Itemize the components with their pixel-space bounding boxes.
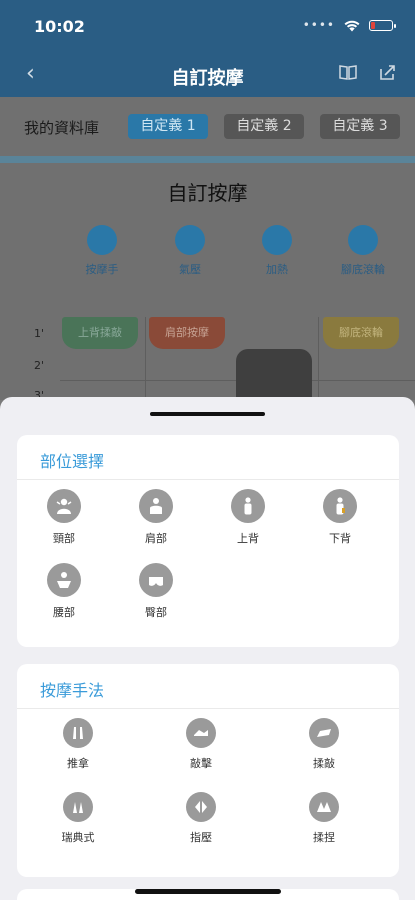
timeline: 1' 2' 3' 上背揉敲 肩部按摩 腳底滾輪: [0, 317, 415, 402]
option-swedish[interactable]: 瑞典式: [43, 792, 113, 845]
tab-custom-2[interactable]: 自定義 2: [224, 114, 304, 139]
option-label: 下背: [329, 532, 351, 545]
timeline-minute: 1': [34, 327, 45, 340]
timeline-column-divider: [145, 317, 146, 400]
option-label: 頸部: [53, 532, 75, 545]
library-row: 我的資料庫 自定義 1 自定義 2 自定義 3: [0, 97, 415, 157]
hip-icon: [139, 563, 173, 597]
option-knead[interactable]: 揉捏: [289, 792, 359, 845]
status-time: 10:02: [34, 17, 85, 36]
waist-icon: [47, 563, 81, 597]
editor-title: 自訂按摩: [167, 181, 248, 205]
card-divider: [17, 479, 399, 480]
massage-hand-icon: [87, 225, 117, 255]
card-divider: [17, 708, 399, 709]
neck-icon: [47, 489, 81, 523]
function-label: 按摩手: [85, 263, 119, 276]
option-neck[interactable]: 頸部: [29, 489, 99, 546]
function-label: 氣壓: [179, 263, 201, 276]
shoulder-icon: [139, 489, 173, 523]
upper-back-icon: [231, 489, 265, 523]
function-massage-hand[interactable]: 按摩手: [72, 225, 132, 277]
technique-card: 按摩手法 推拿 敲擊 揉敲 瑞典式 指壓 揉捏: [17, 664, 399, 877]
option-upper-back[interactable]: 上背: [213, 489, 283, 546]
home-indicator[interactable]: [135, 889, 281, 894]
option-label: 揉捏: [313, 831, 335, 844]
option-tap[interactable]: 敲擊: [166, 718, 236, 771]
function-label: 加熱: [266, 263, 288, 276]
foot-roller-icon: [348, 225, 378, 255]
push-icon: [63, 718, 93, 748]
body-part-title: 部位選擇: [40, 452, 105, 471]
option-label: 敲擊: [190, 757, 212, 770]
function-foot-roller[interactable]: 腳底滾輪: [333, 225, 393, 277]
option-shiatsu[interactable]: 指壓: [166, 792, 236, 845]
timeline-block-foot-roller[interactable]: 腳底滾輪: [323, 317, 399, 349]
option-label: 推拿: [67, 757, 89, 770]
option-hip[interactable]: 臀部: [121, 563, 191, 620]
knead-tap-icon: [309, 718, 339, 748]
share-icon[interactable]: [379, 64, 397, 80]
signal-icon: ••••: [302, 18, 335, 32]
option-label: 腰部: [53, 606, 75, 619]
heating-icon: [262, 225, 292, 255]
option-knead-tap[interactable]: 揉敲: [289, 718, 359, 771]
status-icons: ••••: [302, 18, 396, 32]
option-push[interactable]: 推拿: [43, 718, 113, 771]
knead-icon: [309, 792, 339, 822]
option-label: 上背: [237, 532, 259, 545]
custom-massage-screen: 10:02 •••• ‹ 自訂按摩 我的資料庫 自定義 1 自定義 2 自定義 …: [0, 0, 415, 900]
bottom-sheet: 部位選擇 頸部 肩部 上背 下背 腰部 臀部 按摩手法 推拿 敲擊 揉敲 瑞典式…: [0, 397, 415, 900]
option-label: 瑞典式: [61, 831, 95, 844]
timeline-block-heating[interactable]: [236, 349, 312, 400]
book-icon[interactable]: [339, 64, 357, 80]
tap-icon: [186, 718, 216, 748]
editor-background: 我的資料庫 自定義 1 自定義 2 自定義 3 自訂按摩 按摩手 氣壓 加熱 腳…: [0, 97, 415, 402]
timeline-column-divider: [318, 317, 319, 400]
option-label: 指壓: [190, 831, 212, 844]
air-pressure-icon: [175, 225, 205, 255]
swedish-icon: [63, 792, 93, 822]
function-air-pressure[interactable]: 氣壓: [160, 225, 220, 277]
option-label: 肩部: [145, 532, 167, 545]
option-label: 揉敲: [313, 757, 335, 770]
divider-stripe: [0, 156, 415, 163]
shiatsu-icon: [186, 792, 216, 822]
function-heating[interactable]: 加熱: [247, 225, 307, 277]
tab-custom-3[interactable]: 自定義 3: [320, 114, 400, 139]
function-label: 腳底滾輪: [341, 263, 385, 276]
timeline-block-upper-back[interactable]: 上背揉敲: [62, 317, 138, 349]
sheet-drag-handle[interactable]: [150, 412, 265, 416]
option-shoulder[interactable]: 肩部: [121, 489, 191, 546]
body-part-card: 部位選擇 頸部 肩部 上背 下背 腰部 臀部: [17, 435, 399, 647]
option-waist[interactable]: 腰部: [29, 563, 99, 620]
technique-title: 按摩手法: [40, 681, 105, 700]
wifi-icon: [344, 20, 360, 31]
timeline-minute: 2': [34, 359, 45, 372]
library-label: 我的資料庫: [24, 119, 100, 137]
option-label: 臀部: [145, 606, 167, 619]
navigation-bar: 10:02 •••• ‹ 自訂按摩: [0, 0, 415, 97]
battery-icon: [369, 19, 396, 31]
timeline-block-shoulder[interactable]: 肩部按摩: [149, 317, 225, 349]
option-lower-back[interactable]: 下背: [305, 489, 375, 546]
lower-back-icon: [323, 489, 357, 523]
tab-custom-1[interactable]: 自定義 1: [128, 114, 208, 139]
